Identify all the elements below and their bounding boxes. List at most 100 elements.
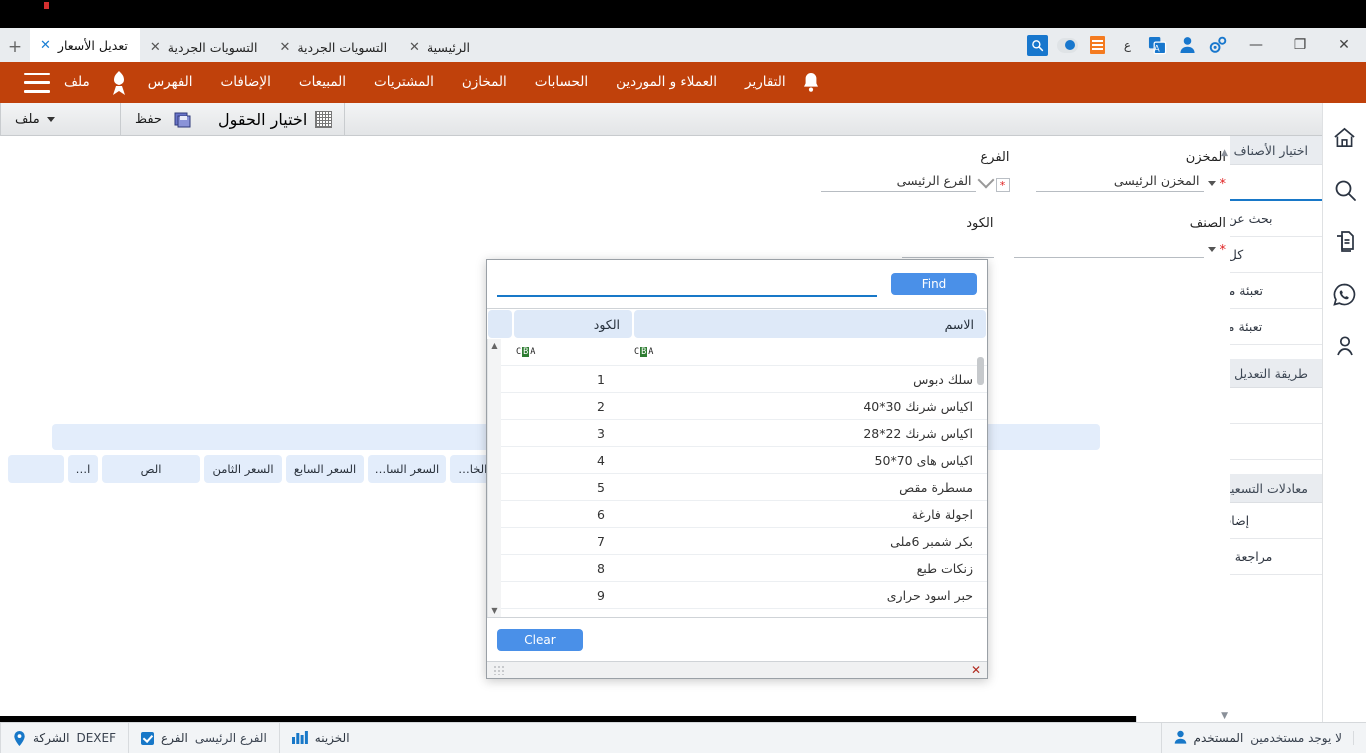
close-icon[interactable]: ✕ (150, 41, 161, 54)
dialog-scrollbar[interactable]: ▲ ▼ (487, 339, 501, 617)
scroll-down-arrow[interactable]: ▼ (1221, 711, 1228, 721)
restore-window-button[interactable]: ❐ (1278, 30, 1322, 60)
menu-item-index[interactable]: الفهرس (134, 62, 207, 103)
close-icon[interactable]: ✕ (971, 663, 981, 677)
close-icon[interactable]: ✕ (40, 39, 51, 52)
dialog-search-input[interactable] (497, 271, 877, 297)
table-row[interactable]: 3 اكياس شرنك 22*28 (501, 420, 987, 447)
scroll-down-arrow[interactable]: ▼ (491, 604, 497, 617)
menu-item-purchases[interactable]: المشتريات (360, 62, 448, 103)
select-fields-label: اختيار الحقول (218, 110, 307, 129)
status-treasury[interactable]: الخزينه (279, 723, 362, 753)
table-row[interactable]: 2 اكياس شرنك 30*40 (501, 393, 987, 420)
tab-home[interactable]: الرئيسية ✕ (399, 32, 482, 62)
black-top-strip (0, 0, 1366, 28)
titlebar-icon-group: ع A (1021, 28, 1234, 62)
status-treasury-label: الخزينه (315, 731, 350, 745)
branch-input[interactable] (821, 171, 976, 192)
status-user[interactable]: المستخدم لا يوجد مستخدمين (1161, 723, 1366, 753)
person-icon[interactable] (1332, 333, 1358, 359)
grid-column-header[interactable]: الص (102, 455, 200, 483)
item-input[interactable] (1014, 237, 1204, 258)
scroll-up-arrow[interactable]: ▲ (1221, 148, 1228, 158)
menu-item-sales[interactable]: المبيعات (285, 62, 360, 103)
chevron-down-icon[interactable] (1208, 247, 1216, 252)
save-icon[interactable] (174, 111, 192, 128)
search-icon[interactable] (1027, 35, 1048, 56)
new-tab-button[interactable]: + (0, 32, 30, 62)
minimize-window-button[interactable]: — (1234, 30, 1278, 60)
filter-name-cell[interactable]: ABC (619, 339, 987, 365)
cell-name: حبر اسود حرارى (619, 582, 987, 608)
grid-column-header-price6[interactable]: السعر السا… (368, 455, 446, 483)
chevron-down-icon[interactable] (977, 172, 994, 189)
table-row[interactable]: 6 اجولة فارغة (501, 501, 987, 528)
search-icon[interactable] (1332, 177, 1358, 203)
menu-item-addons[interactable]: الإضافات (207, 62, 285, 103)
table-row[interactable]: 8 زنكات طبع (501, 555, 987, 582)
toolbar-file-menu[interactable]: ملف (0, 103, 120, 136)
abc-filter-icon[interactable]: ABC (633, 347, 654, 357)
required-marker: * (1220, 177, 1227, 192)
toggle-switch[interactable] (1057, 35, 1078, 56)
translate-icon[interactable]: A (1147, 35, 1168, 56)
menu-item-warehouses[interactable]: المخازن (448, 62, 521, 103)
grid-column-header[interactable]: ا… (68, 455, 98, 483)
checkbox-checked-icon[interactable] (141, 732, 154, 745)
status-user-label: المستخدم (1194, 731, 1244, 745)
code-input[interactable] (902, 237, 994, 258)
chevron-down-icon[interactable] (1208, 181, 1216, 186)
filter-code-cell[interactable]: ABC (501, 339, 619, 365)
table-row[interactable]: 4 اكياس هاى 70*50 (501, 447, 987, 474)
dialog-status-bar: ✕ (487, 661, 987, 678)
grid-column-header-price8[interactable]: السعر الثامن (204, 455, 282, 483)
status-bar: الشركة DEXEF الفرع الفرع الرئيسى الخزينه… (0, 722, 1366, 753)
column-header-code[interactable]: الكود (514, 310, 632, 338)
scroll-up-arrow[interactable]: ▲ (491, 339, 497, 352)
menu-item-customers-suppliers[interactable]: العملاء و الموردين (602, 62, 731, 103)
home-icon[interactable] (1332, 125, 1358, 151)
status-company[interactable]: الشركة DEXEF (0, 723, 128, 753)
resize-grip-icon[interactable] (493, 665, 505, 675)
grid-column-header-price7[interactable]: السعر السابع (286, 455, 364, 483)
dialog-table-header: الكود الاسم (487, 309, 987, 339)
clear-button[interactable]: Clear (497, 629, 583, 651)
tab-inventory-adjustments-1[interactable]: التسويات الجردية ✕ (269, 32, 399, 62)
menu-icon[interactable] (24, 73, 50, 93)
tab-list: الرئيسية ✕ التسويات الجردية ✕ التسويات ا… (0, 28, 482, 62)
grid-column-header[interactable] (8, 455, 64, 483)
status-branch[interactable]: الفرع الفرع الرئيسى (128, 723, 279, 753)
table-row[interactable]: 1 سلك دبوس (501, 366, 987, 393)
tab-inventory-adjustments-2[interactable]: التسويات الجردية ✕ (140, 32, 270, 62)
toolbar-save-label[interactable]: حفظ (135, 112, 162, 127)
menu-item-reports[interactable]: التقارير (731, 62, 800, 103)
close-icon[interactable]: ✕ (279, 41, 290, 54)
close-window-button[interactable]: ✕ (1322, 30, 1366, 60)
table-row[interactable]: 7 بكر شمبر 6ملى (501, 528, 987, 555)
table-row[interactable]: 5 مسطرة مقص (501, 474, 987, 501)
warehouse-input[interactable] (1036, 171, 1204, 192)
scrollbar-thumb[interactable] (977, 357, 984, 385)
column-header-name[interactable]: الاسم (634, 310, 986, 338)
language-ar-icon[interactable]: ع (1117, 35, 1138, 56)
find-button[interactable]: Find (891, 273, 977, 295)
notification-bell-icon[interactable] (800, 71, 822, 95)
select-fields-button[interactable]: اختيار الحقول (206, 103, 345, 136)
tab-label: التسويات الجردية (297, 40, 387, 55)
item-label: الصنف (1014, 216, 1227, 231)
dialog-search-bar: Find (487, 260, 987, 308)
tab-price-edit[interactable]: تعديل الأسعار ✕ (30, 28, 140, 62)
documents-icon[interactable] (1332, 229, 1358, 255)
code-label: الكود (902, 216, 994, 231)
user-icon[interactable] (1177, 35, 1198, 56)
close-icon[interactable]: ✕ (409, 41, 420, 54)
settings-gears-icon[interactable] (1207, 35, 1228, 56)
filter-row: ABC ABC (501, 339, 987, 366)
grid-icon (315, 111, 332, 128)
menu-item-accounts[interactable]: الحسابات (521, 62, 602, 103)
menu-item-file[interactable]: ملف (50, 62, 104, 103)
whatsapp-icon[interactable] (1332, 281, 1358, 307)
table-row[interactable]: 9 حبر اسود حرارى (501, 582, 987, 609)
list-icon[interactable] (1087, 35, 1108, 56)
abc-filter-icon[interactable]: ABC (515, 347, 536, 357)
